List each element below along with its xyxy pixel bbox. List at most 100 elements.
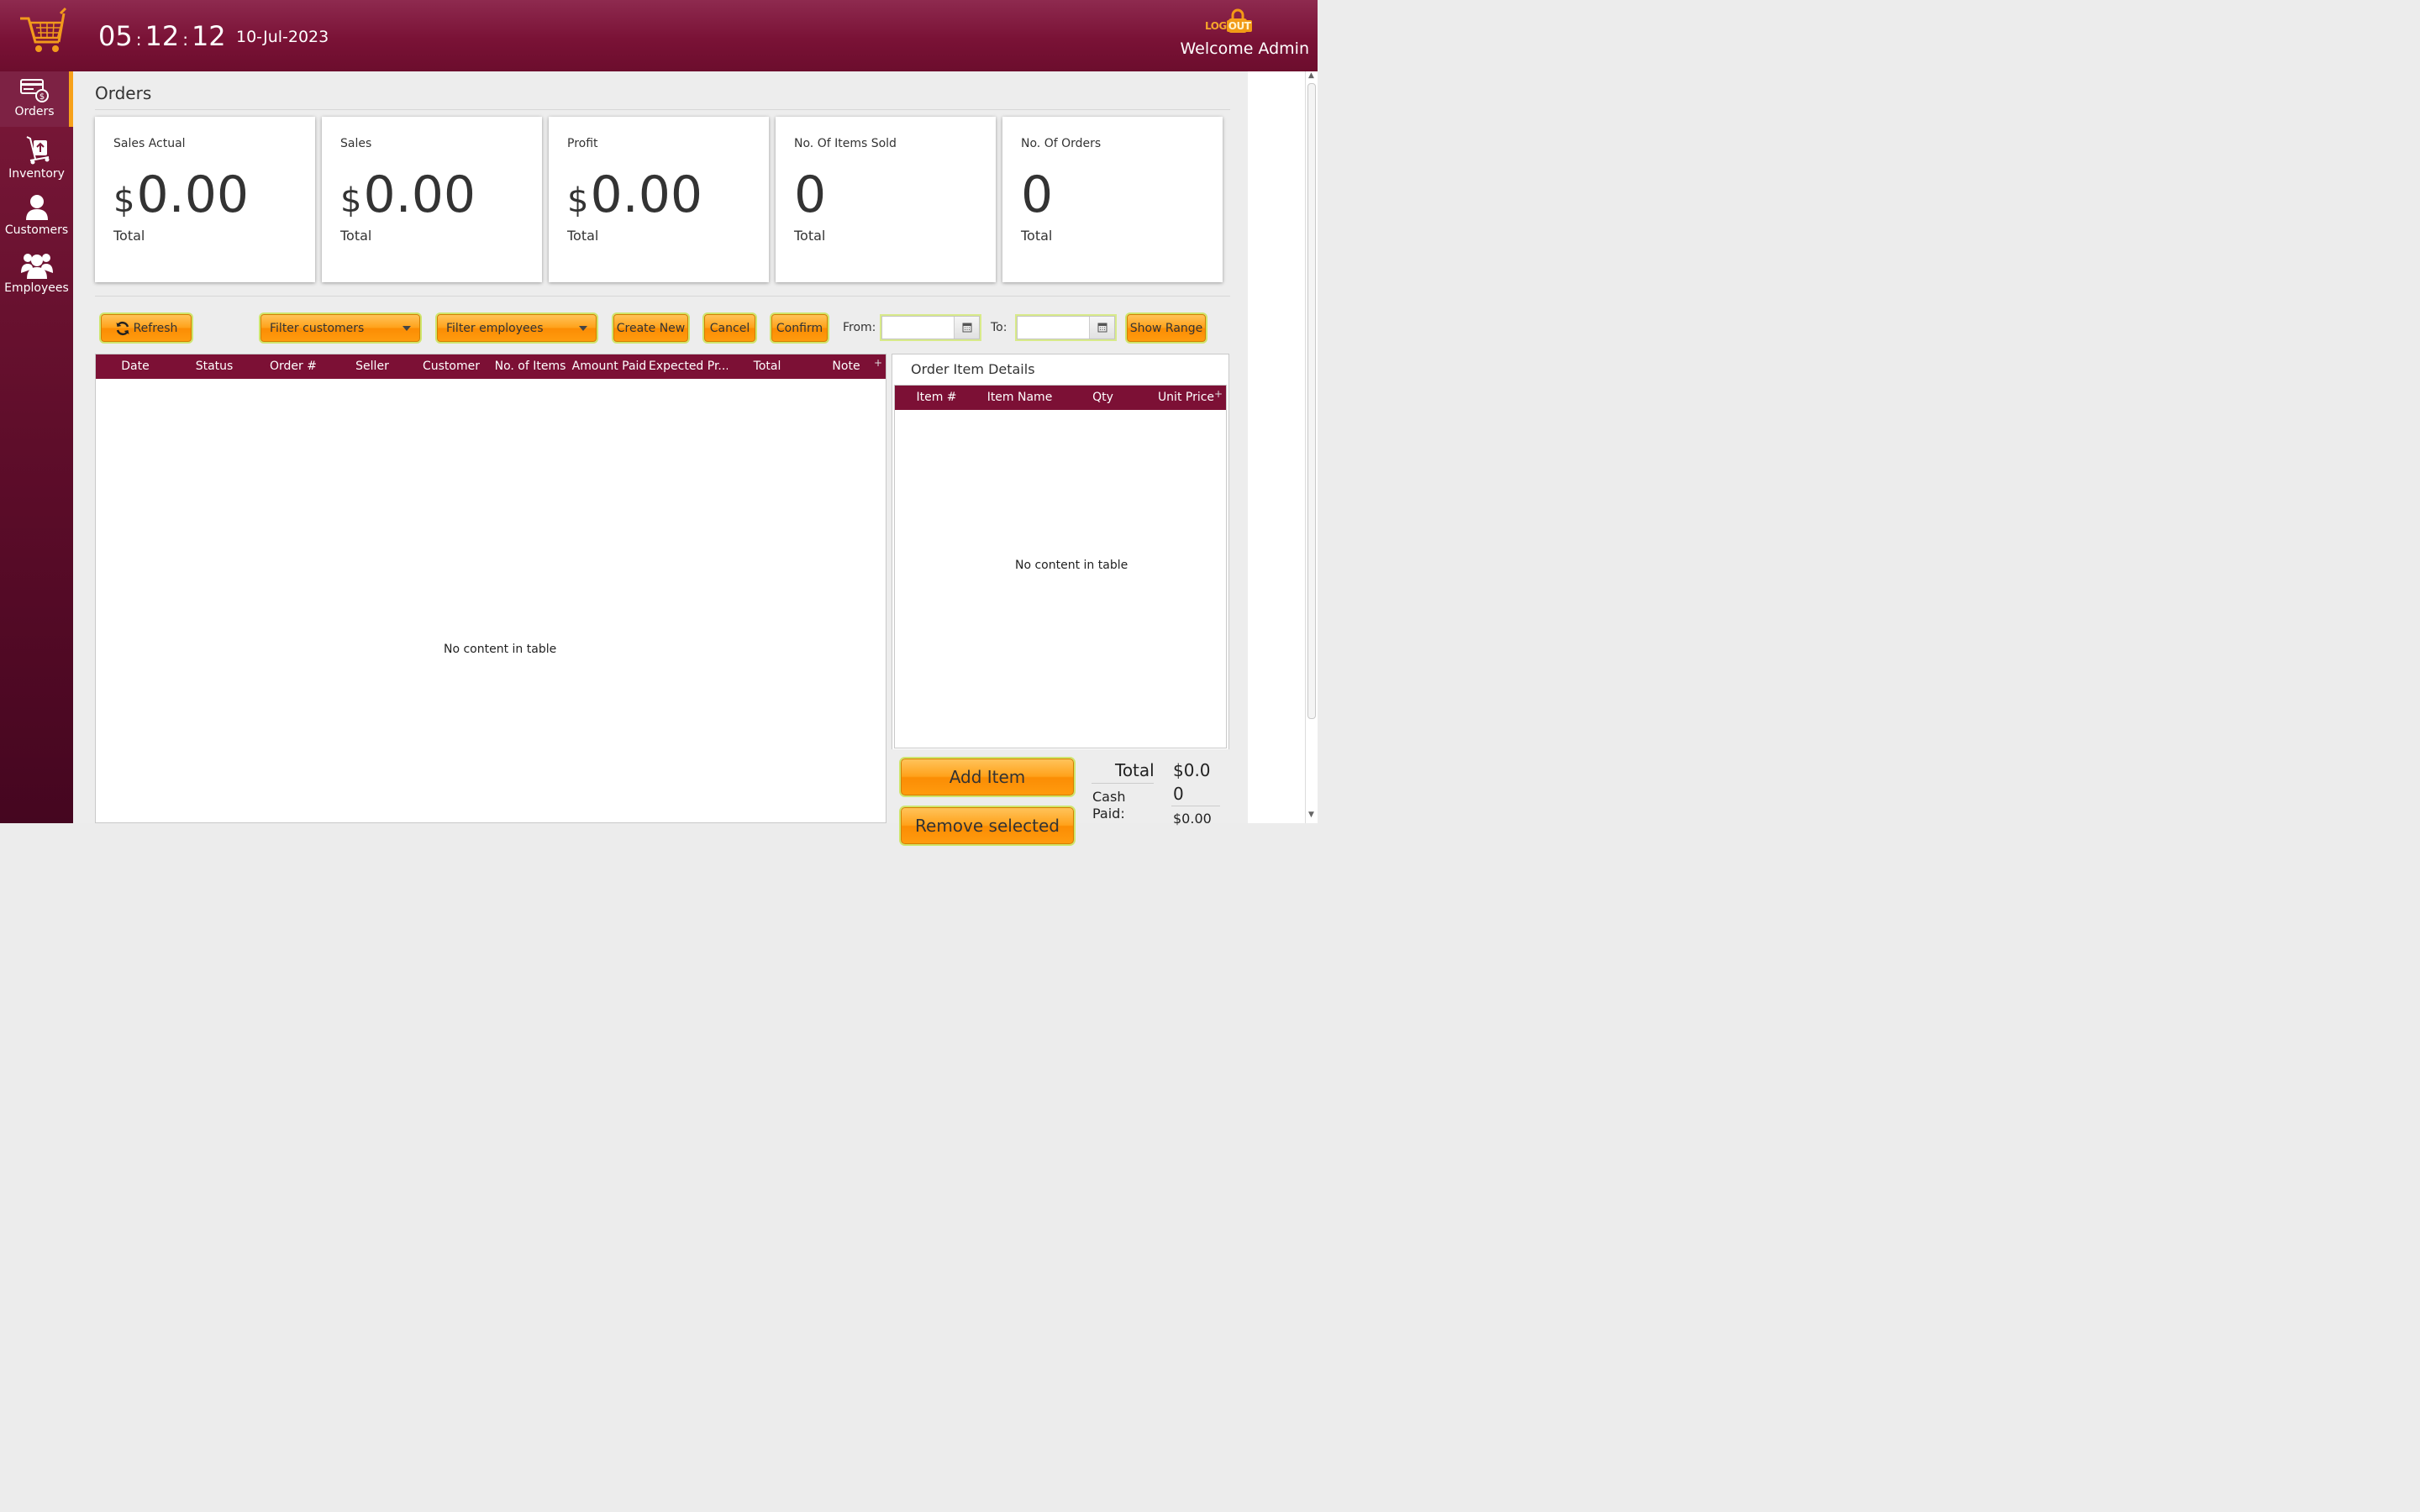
- employees-icon: [20, 254, 53, 279]
- stat-number: 0.00: [363, 165, 476, 224]
- column-header-expected-price[interactable]: Expected Pr...: [649, 360, 728, 373]
- column-header-date[interactable]: Date: [96, 360, 175, 373]
- cash-paid-label-line1: Cash: [1092, 789, 1126, 805]
- empty-table-message: No content in table: [444, 643, 557, 656]
- scroll-down-icon[interactable]: ▼: [1308, 811, 1314, 819]
- welcome-text: Welcome Admin: [1180, 39, 1309, 58]
- stat-number: 0.00: [590, 165, 703, 224]
- stat-value: 0: [1021, 165, 1053, 224]
- filter-employees-label: Filter employees: [446, 321, 544, 335]
- refresh-button[interactable]: Refresh: [101, 314, 192, 342]
- svg-text:$: $: [39, 92, 45, 102]
- app-header: 05 : 12 : 12 10-Jul-2023 LOG OUT Welcome …: [0, 0, 1318, 71]
- cash-paid-label-line2: Paid:: [1092, 806, 1125, 822]
- total-value-continued: 0: [1173, 784, 1184, 804]
- filter-customers-select[interactable]: Filter customers: [260, 314, 420, 342]
- calendar-icon[interactable]: [954, 317, 979, 339]
- stat-number: 0.00: [136, 165, 250, 224]
- sidebar-item-orders[interactable]: $ Orders: [0, 71, 73, 127]
- table-header: Item # Item Name Qty Unit Price +: [895, 386, 1226, 410]
- column-header-seller[interactable]: Seller: [333, 360, 412, 373]
- chevron-down-icon: [579, 325, 587, 331]
- column-header-customer[interactable]: Customer: [412, 360, 491, 373]
- current-date: 10-Jul-2023: [236, 28, 329, 46]
- calendar-icon[interactable]: [1089, 317, 1114, 339]
- refresh-icon: [116, 321, 129, 335]
- from-label: From:: [843, 321, 876, 334]
- clock-hours: 05: [98, 20, 133, 52]
- cash-paid-label: Cash Paid:: [1092, 789, 1125, 822]
- sidebar: $ Orders Inventory Customers Employees: [0, 71, 73, 823]
- inventory-icon: [26, 136, 49, 165]
- right-margin: [1248, 71, 1305, 823]
- sidebar-item-customers[interactable]: Customers: [0, 186, 73, 242]
- stat-caption: Sales Actual: [113, 137, 186, 150]
- stat-value: 0: [794, 165, 826, 224]
- confirm-button[interactable]: Confirm: [771, 314, 828, 342]
- column-header-amount-paid[interactable]: Amount Paid: [570, 360, 649, 373]
- total-label: Total: [1115, 760, 1155, 780]
- column-menu-icon[interactable]: +: [874, 357, 882, 369]
- filter-employees-select[interactable]: Filter employees: [437, 314, 597, 342]
- stat-value: $0.00: [340, 165, 476, 224]
- stat-caption: No. Of Items Sold: [794, 137, 897, 150]
- customer-icon: [25, 195, 48, 220]
- logout-label-part2: OUT: [1226, 20, 1253, 32]
- filter-customers-label: Filter customers: [270, 321, 365, 335]
- panel-title: Order Item Details: [911, 361, 1035, 377]
- stat-card-orders-count: No. Of Orders 0 Total: [1002, 117, 1223, 282]
- scroll-up-icon[interactable]: ▲: [1308, 71, 1314, 80]
- sidebar-item-employees[interactable]: Employees: [0, 244, 73, 300]
- create-new-button[interactable]: Create New: [613, 314, 688, 342]
- to-date-field[interactable]: [1017, 316, 1115, 339]
- divider: [95, 109, 1230, 110]
- currency-symbol: $: [113, 181, 135, 220]
- show-range-button[interactable]: Show Range: [1127, 314, 1206, 342]
- stat-caption: Profit: [567, 137, 598, 150]
- table-header: Date Status Order # Seller Customer No. …: [96, 354, 886, 379]
- scrollbar-thumb[interactable]: [1307, 83, 1316, 719]
- clock-separator: :: [182, 29, 188, 50]
- sidebar-item-label: Employees: [4, 281, 69, 295]
- cart-logo-icon: [18, 7, 69, 57]
- order-items-table[interactable]: Item # Item Name Qty Unit Price + No con…: [894, 385, 1227, 748]
- clock-seconds: 12: [191, 20, 226, 52]
- orders-table[interactable]: Date Status Order # Seller Customer No. …: [95, 354, 886, 823]
- divider: [95, 296, 1230, 297]
- remove-selected-button[interactable]: Remove selected: [901, 807, 1074, 844]
- from-date-field[interactable]: [881, 316, 980, 339]
- chevron-down-icon: [402, 325, 411, 331]
- clock-display: 05 : 12 : 12: [98, 20, 226, 52]
- stat-card-items-sold: No. Of Items Sold 0 Total: [776, 117, 996, 282]
- to-label: To:: [991, 321, 1007, 334]
- empty-table-message: No content in table: [1015, 559, 1128, 572]
- cancel-button[interactable]: Cancel: [704, 314, 755, 342]
- stat-subtitle: Total: [567, 228, 599, 244]
- logout-label-part1: LOG: [1205, 20, 1227, 32]
- stat-subtitle: Total: [1021, 228, 1053, 244]
- column-header-item-number[interactable]: Item #: [895, 391, 978, 404]
- column-header-total[interactable]: Total: [728, 360, 807, 373]
- add-item-button[interactable]: Add Item: [901, 759, 1074, 795]
- column-menu-icon[interactable]: +: [1214, 388, 1223, 400]
- refresh-label: Refresh: [133, 321, 178, 335]
- stat-subtitle: Total: [794, 228, 826, 244]
- column-header-item-count[interactable]: No. of Items: [491, 360, 570, 373]
- page-title: Orders: [95, 83, 152, 103]
- column-header-status[interactable]: Status: [175, 360, 254, 373]
- currency-symbol: $: [340, 181, 362, 220]
- column-header-qty[interactable]: Qty: [1061, 391, 1144, 404]
- column-header-order-number[interactable]: Order #: [254, 360, 333, 373]
- logout-button[interactable]: LOG OUT: [1203, 8, 1253, 35]
- sidebar-item-label: Customers: [4, 223, 69, 237]
- clock-separator: :: [135, 29, 142, 50]
- vertical-scrollbar[interactable]: ▲ ▼: [1305, 71, 1318, 823]
- sidebar-item-label: Inventory: [8, 167, 65, 181]
- orders-icon: $: [20, 79, 49, 102]
- sidebar-item-inventory[interactable]: Inventory: [0, 129, 73, 184]
- divider: [1092, 783, 1154, 784]
- column-header-item-name[interactable]: Item Name: [978, 391, 1061, 404]
- stat-subtitle: Total: [113, 228, 145, 244]
- stat-card-sales: Sales $0.00 Total: [322, 117, 542, 282]
- logout-label: LOG OUT: [1205, 20, 1253, 32]
